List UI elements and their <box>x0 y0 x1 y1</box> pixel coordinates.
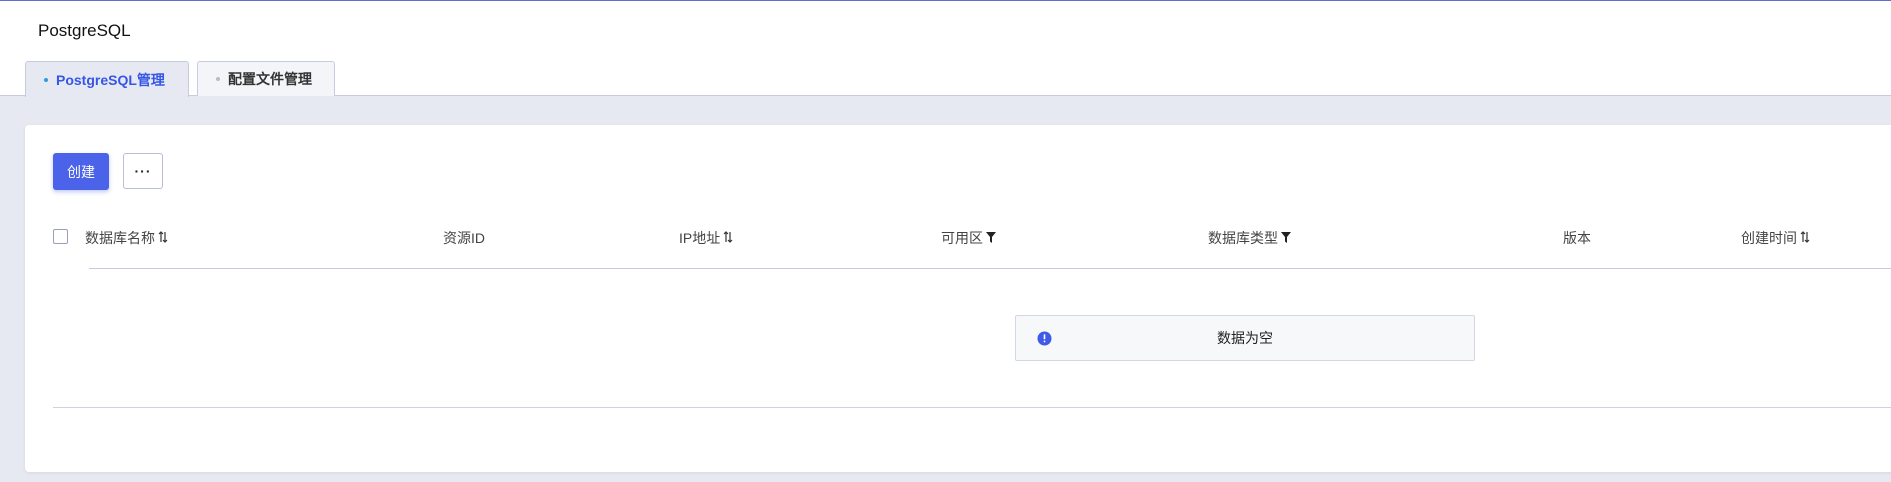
column-label: 资源ID <box>443 230 485 246</box>
column-header-version: 版本 <box>1563 228 1591 248</box>
table-header-divider <box>89 268 1891 269</box>
sort-icon[interactable] <box>723 230 733 246</box>
create-button[interactable]: 创建 <box>53 153 109 190</box>
table-bottom-divider <box>53 407 1891 408</box>
tab-label: PostgreSQL管理 <box>56 71 165 88</box>
column-header-ip-address: IP地址 <box>679 228 733 248</box>
select-all-checkbox[interactable] <box>53 229 68 244</box>
column-label: 创建时间 <box>1741 230 1797 246</box>
sort-icon[interactable] <box>1800 230 1810 246</box>
column-header-created-time: 创建时间 <box>1741 228 1810 248</box>
tab-postgresql-management[interactable]: PostgreSQL管理 <box>25 61 189 97</box>
column-label: 数据库类型 <box>1208 230 1278 246</box>
column-header-db-type: 数据库类型 <box>1208 228 1291 248</box>
column-header-db-name: 数据库名称 <box>85 228 168 248</box>
content-card: 创建 ··· 数据库名称 资源ID IP地址 可用区 数据库类型 版本 创建时间… <box>25 125 1891 472</box>
empty-state: 数据为空 <box>1015 315 1475 361</box>
column-header-resource-id: 资源ID <box>443 228 485 248</box>
column-label: 版本 <box>1563 230 1591 246</box>
column-header-availability-zone: 可用区 <box>941 228 996 248</box>
empty-state-text: 数据为空 <box>1217 330 1273 346</box>
tab-config-file-management[interactable]: 配置文件管理 <box>197 61 335 96</box>
tab-label: 配置文件管理 <box>228 71 312 87</box>
page-title: PostgreSQL <box>38 21 131 40</box>
tab-dot-icon <box>44 77 48 82</box>
info-icon <box>1037 331 1052 346</box>
filter-icon[interactable] <box>1281 230 1291 246</box>
tab-dot-icon <box>216 77 220 81</box>
page-header: PostgreSQL PostgreSQL管理 配置文件管理 <box>0 1 1891 97</box>
sort-icon[interactable] <box>158 230 168 246</box>
filter-icon[interactable] <box>986 230 996 246</box>
column-label: IP地址 <box>679 230 721 246</box>
column-label: 数据库名称 <box>85 230 155 246</box>
column-label: 可用区 <box>941 230 983 246</box>
more-actions-button[interactable]: ··· <box>123 153 163 189</box>
